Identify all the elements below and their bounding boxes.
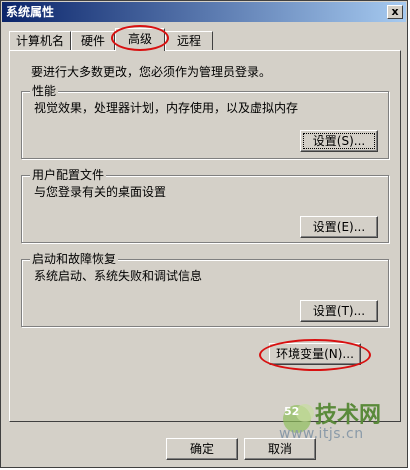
close-button[interactable]: x xyxy=(387,5,403,19)
close-icon: x xyxy=(391,5,399,18)
watermark-brand: 技术网 xyxy=(315,403,382,428)
tab-computer-name[interactable]: 计算机名 xyxy=(9,31,71,50)
window-title: 系统属性 xyxy=(6,5,55,19)
watermark-badge: 52 xyxy=(284,405,300,418)
system-properties-dialog: 系统属性 x 计算机名 硬件 高级 远程 要进行大多数更改，您必须作为管理员登录… xyxy=(0,0,408,468)
tab-remote[interactable]: 远程 xyxy=(165,31,213,50)
watermark-url: www.itjs.cn xyxy=(279,426,364,442)
tab-panel-advanced xyxy=(9,50,401,422)
ok-button[interactable]: 确定 xyxy=(166,438,238,460)
title-bar[interactable]: 系统属性 x xyxy=(2,2,406,22)
tab-hardware[interactable]: 硬件 xyxy=(71,31,115,50)
tab-advanced[interactable]: 高级 xyxy=(115,28,165,51)
